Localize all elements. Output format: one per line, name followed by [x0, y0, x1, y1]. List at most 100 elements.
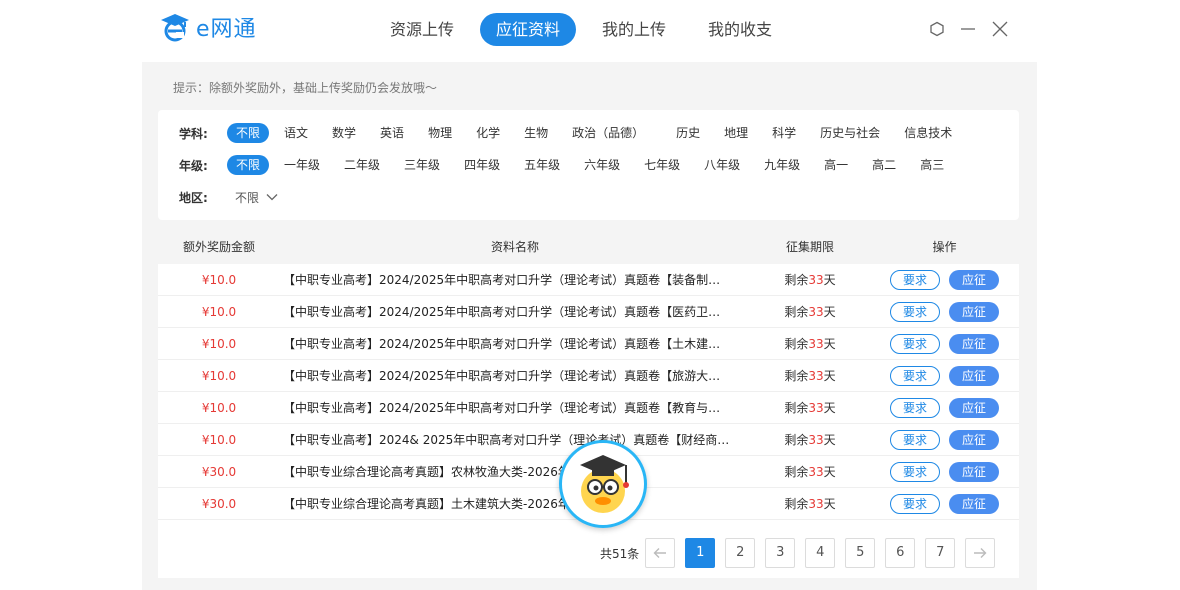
subject-option[interactable]: 历史 — [667, 123, 709, 143]
mascot-button[interactable] — [559, 440, 647, 528]
deadline-prefix: 剩余 — [784, 433, 809, 447]
material-name[interactable]: 【中职专业高考】2024/2025年中职高考对口升学（理论考试）真题卷【教育与体… — [280, 399, 750, 416]
days-remaining: 33 — [808, 497, 824, 511]
table-header: 额外奖励金额 资料名称 征集期限 操作 — [158, 230, 1019, 263]
grade-option[interactable]: 不限 — [227, 155, 270, 175]
prev-page-button[interactable] — [645, 538, 676, 568]
grade-option[interactable]: 三年级 — [395, 155, 449, 175]
header-amount: 额外奖励金额 — [182, 240, 255, 254]
material-name[interactable]: 【中职专业高考】2024/2025年中职高考对口升学（理论考试）真题卷【土木建筑… — [280, 335, 750, 352]
subject-option[interactable]: 生物 — [515, 123, 557, 143]
apply-button[interactable]: 应征 — [949, 461, 999, 482]
nav-tab-my-uploads[interactable]: 我的上传 — [586, 13, 682, 46]
minimize-icon — [961, 28, 975, 30]
request-button[interactable]: 要求 — [890, 493, 940, 514]
tip-text: 提示：除额外奖励外，基础上传奖励仍会发放哦～ — [173, 81, 438, 95]
request-button[interactable]: 要求 — [890, 461, 940, 482]
reward-amount: ¥30.0 — [201, 496, 237, 511]
grade-option[interactable]: 高一 — [815, 155, 857, 175]
nav-tab-resource-upload[interactable]: 资源上传 — [374, 13, 470, 46]
apply-button[interactable]: 应征 — [949, 365, 999, 386]
grade-option[interactable]: 九年级 — [755, 155, 809, 175]
nav-tab-solicit-materials[interactable]: 应征资料 — [480, 13, 577, 46]
deadline-prefix: 剩余 — [784, 465, 809, 479]
page-button[interactable]: 2 — [725, 538, 756, 568]
deadline-suffix: 天 — [823, 465, 836, 479]
material-name[interactable]: 【中职专业综合理论高考真题】农林牧渔大类-2026年 考 — [280, 463, 750, 480]
apply-button[interactable]: 应征 — [949, 301, 999, 322]
app-window: e网通 资源上传 应征资料 我的上传 我的收支 提示：除额外奖励外，基础上传奖励… — [0, 0, 1180, 590]
material-name[interactable]: 【中职专业综合理论高考真题】土木建筑大类-2026年 考 — [280, 495, 750, 512]
grade-option[interactable]: 二年级 — [335, 155, 389, 175]
row-actions: 要求 应征 — [870, 493, 1019, 514]
page-button[interactable]: 3 — [765, 538, 796, 568]
grade-option[interactable]: 一年级 — [275, 155, 329, 175]
request-button[interactable]: 要求 — [890, 301, 940, 322]
deadline-prefix: 剩余 — [784, 401, 809, 415]
material-name[interactable]: 【中职专业高考】2024& 2025年中职高考对口升学（理论考试）真题卷【财经商… — [280, 431, 750, 448]
request-button[interactable]: 要求 — [890, 429, 940, 450]
request-button[interactable]: 要求 — [890, 333, 940, 354]
subject-option[interactable]: 科学 — [763, 123, 805, 143]
close-icon — [992, 21, 1008, 37]
filter-row-region: 地区: 不限 — [179, 186, 279, 208]
material-name[interactable]: 【中职专业高考】2024/2025年中职高考对口升学（理论考试）真题卷【医药卫生… — [280, 303, 750, 320]
header-name: 资料名称 — [490, 240, 539, 254]
grade-option[interactable]: 六年级 — [575, 155, 629, 175]
days-remaining: 33 — [808, 305, 824, 319]
subject-option[interactable]: 物理 — [419, 123, 461, 143]
material-name[interactable]: 【中职专业高考】2024/2025年中职高考对口升学（理论考试）真题卷【旅游大类… — [280, 367, 750, 384]
grade-option[interactable]: 八年级 — [695, 155, 749, 175]
subject-option[interactable]: 语文 — [275, 123, 317, 143]
grade-option[interactable]: 高二 — [863, 155, 905, 175]
page-button[interactable]: 1 — [685, 538, 716, 568]
close-button[interactable] — [989, 18, 1011, 40]
deadline-prefix: 剩余 — [784, 369, 809, 383]
material-name[interactable]: 【中职专业高考】2024/2025年中职高考对口升学（理论考试）真题卷【装备制造… — [280, 271, 750, 288]
region-value: 不限 — [235, 190, 260, 205]
nav-tab-my-income[interactable]: 我的收支 — [692, 13, 788, 46]
grade-option[interactable]: 七年级 — [635, 155, 689, 175]
next-page-button[interactable] — [965, 538, 996, 568]
deadline-suffix: 天 — [823, 305, 836, 319]
page-button[interactable]: 4 — [805, 538, 836, 568]
subject-option[interactable]: 化学 — [467, 123, 509, 143]
request-button[interactable]: 要求 — [890, 269, 940, 290]
subject-option[interactable]: 信息技术 — [895, 123, 961, 143]
deadline-suffix: 天 — [823, 369, 836, 383]
grade-option[interactable]: 高三 — [911, 155, 953, 175]
subject-option[interactable]: 数学 — [323, 123, 365, 143]
apply-button[interactable]: 应征 — [949, 493, 999, 514]
deadline: 剩余33天 — [750, 431, 870, 448]
filter-label: 学科: — [179, 126, 208, 141]
region-select[interactable]: 不限 — [235, 189, 279, 206]
subject-option[interactable]: 不限 — [227, 123, 270, 143]
subject-option[interactable]: 政治（品德） — [563, 123, 653, 143]
days-remaining: 33 — [808, 433, 824, 447]
subject-option[interactable]: 地理 — [715, 123, 757, 143]
filter-row-grade: 年级: 不限 一年级 二年级 三年级 四年级 五年级 六年级 七年级 八年级 九… — [179, 154, 959, 176]
page-button[interactable]: 5 — [845, 538, 876, 568]
apply-button[interactable]: 应征 — [949, 429, 999, 450]
request-button[interactable]: 要求 — [890, 397, 940, 418]
grade-option[interactable]: 五年级 — [515, 155, 569, 175]
apply-button[interactable]: 应征 — [949, 397, 999, 418]
grade-option[interactable]: 四年级 — [455, 155, 509, 175]
logo-icon — [161, 14, 189, 42]
request-button[interactable]: 要求 — [890, 365, 940, 386]
subject-option[interactable]: 英语 — [371, 123, 413, 143]
apply-button[interactable]: 应征 — [949, 333, 999, 354]
page-button[interactable]: 7 — [925, 538, 956, 568]
table-row: ¥10.0 【中职专业高考】2024/2025年中职高考对口升学（理论考试）真题卷… — [158, 264, 1019, 296]
page-button[interactable]: 6 — [885, 538, 916, 568]
main-nav: 资源上传 应征资料 我的上传 我的收支 — [374, 13, 798, 46]
subject-option[interactable]: 历史与社会 — [811, 123, 889, 143]
header-actions: 操作 — [932, 240, 957, 254]
cube-button[interactable] — [926, 18, 948, 40]
deadline-suffix: 天 — [823, 401, 836, 415]
arrow-left-icon — [653, 548, 667, 558]
header-deadline: 征集期限 — [785, 240, 834, 254]
apply-button[interactable]: 应征 — [949, 269, 999, 290]
table-row: ¥10.0 【中职专业高考】2024/2025年中职高考对口升学（理论考试）真题卷… — [158, 328, 1019, 360]
minimize-button[interactable] — [957, 18, 979, 40]
